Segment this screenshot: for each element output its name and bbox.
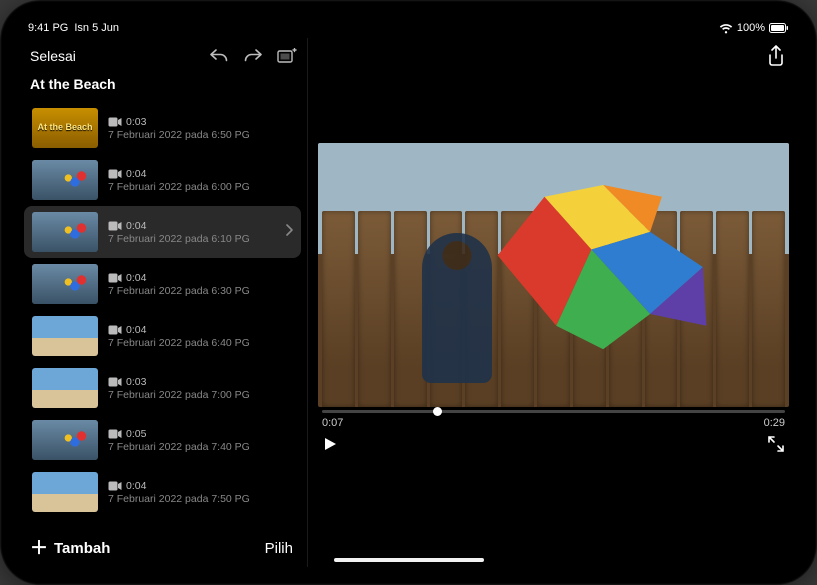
title-card-thumb: At the Beach (32, 108, 98, 148)
viewer-area: 0:07 0:29 (308, 74, 799, 567)
clip-meta: 0:047 Februari 2022 pada 7:50 PG (108, 480, 250, 505)
clip-top-row: 0:05 (108, 428, 250, 440)
home-indicator[interactable] (334, 558, 484, 562)
video-camera-icon (108, 169, 122, 179)
clip-top-row: 0:04 (108, 168, 250, 180)
right-panel: 0:07 0:29 (308, 38, 799, 567)
clip-duration: 0:04 (126, 480, 146, 492)
clip-meta: 0:047 Februari 2022 pada 6:10 PG (108, 220, 250, 245)
video-viewer[interactable] (318, 143, 789, 408)
left-footer: ＋ Tambah Pilih (18, 531, 307, 567)
video-camera-icon (108, 325, 122, 335)
left-header: Selesai At t (18, 38, 307, 98)
clip-duration: 0:04 (126, 324, 146, 336)
select-button[interactable]: Pilih (265, 540, 293, 557)
battery-icon (769, 23, 789, 33)
clip-timestamp: 7 Februari 2022 pada 6:00 PG (108, 181, 250, 193)
done-button[interactable]: Selesai (30, 48, 76, 64)
app-content: Selesai At t (18, 38, 799, 567)
clip-row[interactable]: 0:037 Februari 2022 pada 7:00 PG (24, 362, 301, 414)
clip-thumb (32, 472, 98, 512)
clip-timestamp: 7 Februari 2022 pada 6:50 PG (108, 129, 250, 141)
clip-row[interactable]: 0:047 Februari 2022 pada 6:40 PG (24, 310, 301, 362)
clip-thumb (32, 420, 98, 460)
clip-timestamp: 7 Februari 2022 pada 7:00 PG (108, 389, 250, 401)
clip-duration: 0:03 (126, 376, 146, 388)
right-header (308, 38, 799, 74)
video-camera-icon (108, 273, 122, 283)
project-title: At the Beach (30, 76, 297, 92)
clip-meta: 0:047 Februari 2022 pada 6:40 PG (108, 324, 250, 349)
clip-meta: 0:057 Februari 2022 pada 7:40 PG (108, 428, 250, 453)
clip-top-row: 0:03 (108, 116, 250, 128)
tablet-frame: 9:41 PG Isn 5 Jun 100% Selesai (0, 0, 817, 585)
status-bar: 9:41 PG Isn 5 Jun 100% (18, 18, 799, 38)
clip-top-row: 0:04 (108, 272, 250, 284)
clip-thumb (32, 264, 98, 304)
redo-icon[interactable] (243, 46, 263, 66)
clip-row[interactable]: 0:047 Februari 2022 pada 7:50 PG (24, 466, 301, 518)
status-time: 9:41 PG (28, 22, 68, 34)
clip-list[interactable]: At the Beach0:037 Februari 2022 pada 6:5… (18, 98, 307, 531)
clip-meta: 0:047 Februari 2022 pada 6:00 PG (108, 168, 250, 193)
play-icon[interactable] (322, 436, 338, 457)
video-camera-icon (108, 481, 122, 491)
clip-duration: 0:04 (126, 272, 146, 284)
clip-row[interactable]: At the Beach 0:037 Februari 2022 pada 6:5… (24, 102, 301, 154)
clip-top-row: 0:04 (108, 220, 250, 232)
clip-row[interactable]: 0:047 Februari 2022 pada 6:10 PG (24, 206, 301, 258)
clip-meta: 0:037 Februari 2022 pada 6:50 PG (108, 116, 250, 141)
clip-thumb (32, 316, 98, 356)
clip-timestamp: 7 Februari 2022 pada 7:40 PG (108, 441, 250, 453)
clip-timestamp: 7 Februari 2022 pada 7:50 PG (108, 493, 250, 505)
clip-top-row: 0:04 (108, 324, 250, 336)
total-time: 0:29 (764, 417, 785, 429)
player-controls (318, 429, 789, 458)
clip-thumb (32, 160, 98, 200)
clip-row[interactable]: 0:057 Februari 2022 pada 7:40 PG (24, 414, 301, 466)
screen: 9:41 PG Isn 5 Jun 100% Selesai (18, 18, 799, 567)
clip-timestamp: 7 Februari 2022 pada 6:30 PG (108, 285, 250, 297)
toolbar (209, 46, 297, 66)
chevron-right-icon (285, 223, 293, 241)
add-label: Tambah (54, 540, 110, 557)
clip-meta: 0:037 Februari 2022 pada 7:00 PG (108, 376, 250, 401)
clip-meta: 0:047 Februari 2022 pada 6:30 PG (108, 272, 250, 297)
clip-row[interactable]: 0:047 Februari 2022 pada 6:30 PG (24, 258, 301, 310)
clip-top-row: 0:03 (108, 376, 250, 388)
video-camera-icon (108, 377, 122, 387)
clip-duration: 0:05 (126, 428, 146, 440)
wifi-icon (719, 23, 733, 34)
left-panel: Selesai At t (18, 38, 308, 567)
clip-top-row: 0:04 (108, 480, 250, 492)
video-camera-icon (108, 221, 122, 231)
clip-duration: 0:03 (126, 116, 146, 128)
clip-duration: 0:04 (126, 220, 146, 232)
video-camera-icon (108, 429, 122, 439)
share-icon[interactable] (767, 45, 787, 67)
expand-icon[interactable] (767, 435, 785, 458)
clip-duration: 0:04 (126, 168, 146, 180)
clip-thumb (32, 368, 98, 408)
kite-art (469, 185, 714, 349)
add-button[interactable]: ＋ Tambah (30, 539, 110, 557)
clip-timestamp: 7 Februari 2022 pada 6:10 PG (108, 233, 250, 245)
undo-icon[interactable] (209, 46, 229, 66)
battery-percent: 100% (737, 22, 765, 34)
clip-thumb (32, 212, 98, 252)
time-bar: 0:07 0:29 (318, 413, 789, 429)
plus-icon: ＋ (30, 539, 48, 557)
current-time: 0:07 (322, 417, 343, 429)
status-date: Isn 5 Jun (74, 22, 119, 34)
storyboard-icon[interactable] (277, 46, 297, 66)
video-camera-icon (108, 117, 122, 127)
clip-timestamp: 7 Februari 2022 pada 6:40 PG (108, 337, 250, 349)
clip-row[interactable]: 0:047 Februari 2022 pada 6:00 PG (24, 154, 301, 206)
